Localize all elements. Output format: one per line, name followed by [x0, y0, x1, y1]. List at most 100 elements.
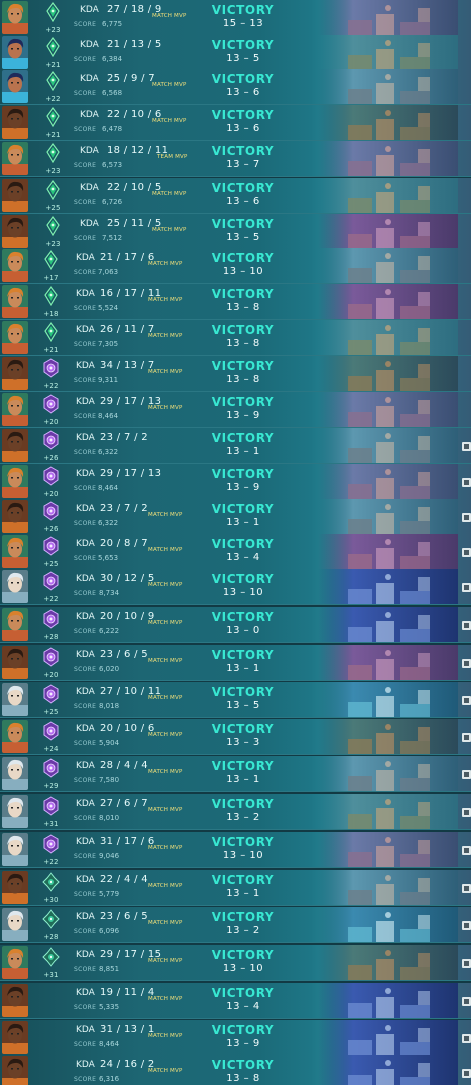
match-row[interactable]: +17 KDA 21 / 17 / 6 SCORE 7,063 MATCH MVP VICT… — [0, 248, 471, 284]
details-icon[interactable] — [462, 1069, 471, 1078]
match-result: VICTORY — [211, 287, 275, 301]
final-score: 13 – 9 — [226, 410, 260, 421]
rank-icon: +21 — [38, 37, 68, 69]
kda-value: 31 / 13 / 1 — [100, 1024, 155, 1035]
score-label: SCORE — [74, 90, 97, 97]
details-icon[interactable] — [462, 733, 471, 742]
match-row[interactable]: +28 KDA 23 / 6 / 5 SCORE 6,096 MATCH MVP VICTO… — [0, 907, 471, 943]
mvp-badge: TEAM MVP — [157, 154, 188, 160]
map-thumbnail — [318, 645, 458, 680]
agent-portrait — [2, 757, 28, 790]
details-icon[interactable] — [462, 659, 471, 668]
final-score: 13 – 10 — [222, 266, 264, 277]
score-value: 6,316 — [99, 1075, 120, 1083]
rank-icon: +30 — [36, 872, 66, 904]
map-thumbnail — [318, 1055, 458, 1085]
match-row[interactable]: +28 KDA 20 / 10 / 9 SCORE 6,222 MATCH MVP VICT… — [0, 607, 471, 643]
kda-value: 23 / 7 / 2 — [100, 503, 148, 514]
score-value: 8,851 — [99, 965, 120, 973]
map-thumbnail — [318, 794, 458, 829]
details-icon[interactable] — [462, 442, 471, 451]
match-row[interactable]: +18 KDA 16 / 17 / 11 SCORE 5,524 MATCH MVP VIC… — [0, 284, 471, 320]
details-icon[interactable] — [462, 1034, 471, 1043]
match-row[interactable]: +31 KDA 29 / 17 / 15 SCORE 8,851 MATCH MVP VIC… — [0, 945, 471, 981]
agent-portrait — [2, 535, 28, 568]
match-row[interactable]: +23 KDA 25 / 11 / 5 SCORE 7,512 MATCH MVP VICT… — [0, 214, 471, 250]
details-icon[interactable] — [462, 808, 471, 817]
details-icon[interactable] — [462, 846, 471, 855]
match-row[interactable]: +20 KDA 29 / 17 / 13 SCORE 8,464 MATCH MVP VIC… — [0, 392, 471, 428]
match-row[interactable]: +25 KDA 22 / 10 / 5 SCORE 6,726 MATCH MVP VICT… — [0, 178, 471, 214]
kda-label: KDA — [76, 988, 95, 998]
agent-portrait — [2, 179, 28, 212]
match-row[interactable]: +31 KDA 27 / 6 / 7 SCORE 8,010 MATCH MVP VICTO… — [0, 794, 471, 830]
match-row[interactable]: +21 KDA 21 / 13 / 5 SCORE 6,384 VICTORY 13 – 5 — [0, 35, 471, 71]
match-row[interactable]: +25 KDA 20 / 8 / 7 SCORE 5,653 MATCH MVP VICTO… — [0, 534, 471, 570]
match-result: VICTORY — [211, 144, 275, 158]
match-result: VICTORY — [211, 910, 275, 924]
details-icon[interactable] — [462, 884, 471, 893]
score-value: 7,305 — [98, 340, 119, 348]
rr-change: +21 — [45, 61, 61, 69]
details-icon[interactable] — [462, 583, 471, 592]
rr-change: +21 — [45, 131, 61, 139]
details-icon[interactable] — [462, 621, 471, 630]
kda-label: KDA — [80, 146, 99, 156]
final-score: 13 – 0 — [226, 625, 260, 636]
mvp-badge: MATCH MVP — [148, 582, 183, 588]
map-thumbnail — [318, 534, 458, 569]
details-icon[interactable] — [462, 548, 471, 557]
details-icon[interactable] — [462, 770, 471, 779]
match-row[interactable]: +21 KDA 22 / 10 / 6 SCORE 6,478 MATCH MVP VICT… — [0, 105, 471, 141]
details-icon[interactable] — [462, 959, 471, 968]
match-result: VICTORY — [211, 986, 275, 1000]
match-row[interactable]: +21 KDA 26 / 11 / 7 SCORE 7,305 MATCH MVP VICT… — [0, 320, 471, 356]
map-thumbnail — [318, 178, 458, 213]
agent-portrait — [2, 285, 28, 318]
match-row[interactable]: KDA 19 / 11 / 4 SCORE 5,335 MATCH MVP VICTORY… — [0, 983, 471, 1019]
score-label: SCORE — [74, 1004, 97, 1011]
kda-value: 28 / 4 / 4 — [100, 760, 148, 771]
details-icon[interactable] — [462, 921, 471, 930]
match-row[interactable]: KDA 31 / 13 / 1 SCORE 8,464 MATCH MVP VICTORY… — [0, 1020, 471, 1056]
score-label: SCORE — [74, 485, 97, 492]
mvp-badge: MATCH MVP — [148, 405, 183, 411]
match-row[interactable]: +30 KDA 22 / 4 / 4 SCORE 5,779 MATCH MVP VICTO… — [0, 870, 471, 906]
match-row[interactable]: +26 KDA 23 / 7 / 2 SCORE 6,322 VICTORY 13 – 1 — [0, 428, 471, 464]
match-row[interactable]: +23 KDA 18 / 12 / 11 SCORE 6,573 TEAM MVP VICT… — [0, 141, 471, 177]
rank-icon: +22 — [36, 571, 66, 603]
final-score: 13 – 1 — [226, 517, 260, 528]
mvp-badge: MATCH MVP — [148, 1068, 183, 1074]
score-value: 8,464 — [99, 1040, 120, 1048]
match-row[interactable]: +29 KDA 28 / 4 / 4 SCORE 7,580 MATCH MVP VICTO… — [0, 756, 471, 792]
details-icon[interactable] — [462, 513, 471, 522]
match-row[interactable]: +20 KDA 29 / 17 / 13 SCORE 8,464 VICTORY 13 – … — [0, 464, 471, 500]
match-row[interactable]: +22 KDA 30 / 12 / 5 SCORE 8,734 MATCH MVP VICT… — [0, 569, 471, 605]
score-label: SCORE — [74, 853, 97, 860]
match-row[interactable]: +22 KDA 31 / 17 / 6 SCORE 9,046 MATCH MVP VICT… — [0, 832, 471, 868]
details-icon[interactable] — [462, 997, 471, 1006]
mvp-badge: MATCH MVP — [148, 732, 183, 738]
match-row[interactable]: +22 KDA 25 / 9 / 7 SCORE 6,568 MATCH MVP VICTO… — [0, 69, 471, 105]
rr-change: +23 — [45, 167, 61, 175]
score-value: 6,222 — [99, 627, 120, 635]
agent-portrait — [2, 357, 28, 390]
details-icon[interactable] — [462, 696, 471, 705]
details-icon[interactable] — [462, 478, 471, 487]
agent-portrait — [2, 429, 28, 462]
final-score: 13 – 8 — [226, 374, 260, 385]
match-row[interactable]: +22 KDA 34 / 13 / 7 SCORE 9,311 MATCH MVP VICT… — [0, 356, 471, 392]
kda-value: 26 / 11 / 7 — [100, 324, 155, 335]
match-row[interactable]: +26 KDA 23 / 7 / 2 SCORE 6,322 MATCH MVP VICTO… — [0, 499, 471, 535]
score-label: SCORE — [74, 966, 97, 973]
map-thumbnail — [318, 464, 458, 499]
match-row[interactable]: +24 KDA 20 / 10 / 6 SCORE 5,904 MATCH MVP VICT… — [0, 719, 471, 755]
score-label: SCORE — [74, 162, 97, 169]
match-row[interactable]: +25 KDA 27 / 10 / 11 SCORE 8,018 MATCH MVP VIC… — [0, 682, 471, 718]
match-result: VICTORY — [211, 873, 275, 887]
final-score: 13 – 10 — [222, 587, 264, 598]
match-row[interactable]: KDA 24 / 16 / 2 SCORE 6,316 MATCH MVP VICTORY… — [0, 1055, 471, 1085]
match-row[interactable]: +23 KDA 27 / 18 / 9 SCORE 6,775 MATCH MVP VICT… — [0, 0, 471, 36]
score-label: SCORE — [74, 628, 97, 635]
match-row[interactable]: +20 KDA 23 / 6 / 5 SCORE 6,020 MATCH MVP VICTO… — [0, 645, 471, 681]
